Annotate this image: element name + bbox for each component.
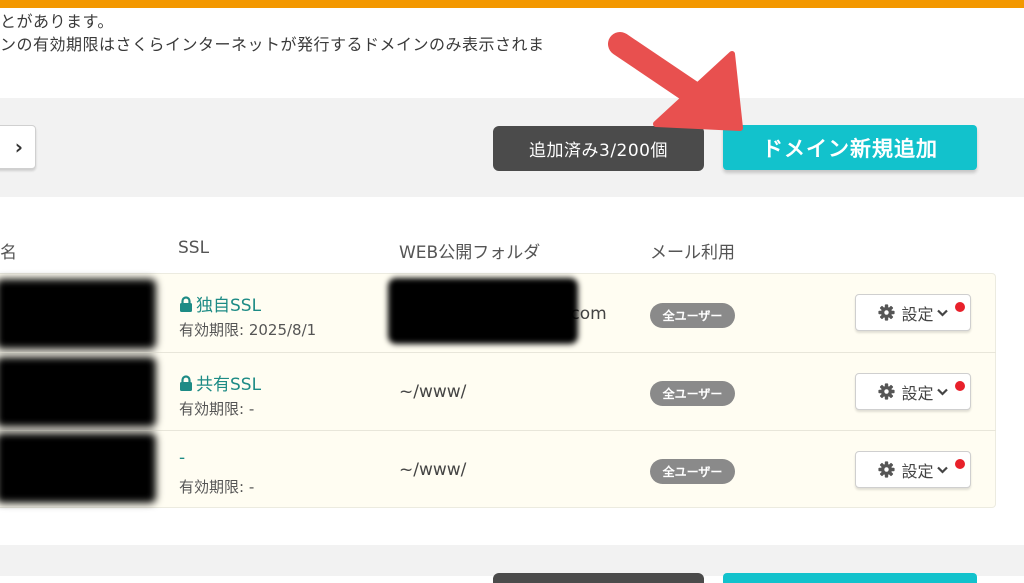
chevron-down-icon [936, 466, 948, 474]
domain-table: 独自SSL 有効期限: 2025/8/1 .com 全ユーザー 設定 共有SSL… [0, 273, 996, 508]
next-page-button[interactable]: › [0, 125, 36, 169]
ssl-type-link[interactable]: 共有SSL [179, 370, 261, 395]
ssl-expiry: 有効期限: - [179, 400, 255, 418]
add-domain-button[interactable]: ドメイン新規追加 [723, 125, 977, 170]
gear-icon [878, 383, 896, 400]
column-header-ssl: SSL [178, 238, 210, 258]
settings-label: 設定 [901, 461, 934, 481]
lock-icon [180, 374, 192, 391]
notice-text-line-2: ンの有効期限はさくらインターネットが発行するドメインのみ表示されま [0, 35, 545, 54]
settings-label: 設定 [901, 383, 934, 403]
chevron-down-icon [936, 309, 948, 317]
redacted-domain-name [0, 357, 156, 427]
notification-dot [955, 459, 965, 469]
settings-button[interactable]: 設定 [855, 373, 971, 410]
bottom-toolbar [0, 545, 1024, 583]
redacted-folder [388, 278, 578, 344]
notification-dot [955, 302, 965, 312]
mail-user-badge: 全ユーザー [650, 381, 735, 406]
ssl-type-label: 独自SSL [196, 296, 262, 316]
top-accent-bar [0, 0, 1024, 8]
settings-label: 設定 [901, 304, 934, 324]
web-folder-path: ~/www/ [399, 460, 467, 480]
bottom-add-domain-button[interactable] [723, 573, 977, 583]
settings-button[interactable]: 設定 [855, 451, 971, 488]
column-header-mail: メール利用 [650, 243, 735, 263]
gear-icon [878, 304, 896, 321]
mail-user-badge: 全ユーザー [650, 303, 735, 328]
column-header-folder: WEB公開フォルダ [399, 243, 541, 263]
redacted-domain-name [0, 433, 156, 503]
ssl-type-link[interactable]: - [179, 448, 185, 468]
redacted-domain-name [0, 279, 156, 349]
bottom-count-badge [493, 573, 704, 583]
column-header-name: 名 [0, 243, 17, 263]
mail-user-badge: 全ユーザー [650, 459, 735, 484]
ssl-type-link[interactable]: 独自SSL [179, 291, 261, 316]
lock-icon [180, 295, 192, 312]
domain-toolbar: › 追加済み3/200個 ドメイン新規追加 [0, 98, 1024, 197]
ssl-expiry: 有効期限: - [179, 478, 255, 496]
gear-icon [878, 461, 896, 478]
table-row: - 有効期限: - ~/www/ 全ユーザー 設定 [0, 430, 996, 508]
notification-dot [955, 381, 965, 391]
notice-text-line-1: とがあります。 [0, 12, 114, 31]
chevron-right-icon: › [14, 135, 23, 159]
table-row: 共有SSL 有効期限: - ~/www/ 全ユーザー 設定 [0, 352, 996, 430]
ssl-type-label: 共有SSL [196, 375, 262, 395]
ssl-expiry: 有効期限: 2025/8/1 [179, 321, 317, 339]
table-row: 独自SSL 有効期限: 2025/8/1 .com 全ユーザー 設定 [0, 274, 996, 352]
chevron-down-icon [936, 388, 948, 396]
web-folder-path: ~/www/ [399, 382, 467, 402]
domain-count-badge: 追加済み3/200個 [493, 126, 704, 171]
settings-button[interactable]: 設定 [855, 294, 971, 331]
ssl-type-label: - [179, 448, 186, 468]
